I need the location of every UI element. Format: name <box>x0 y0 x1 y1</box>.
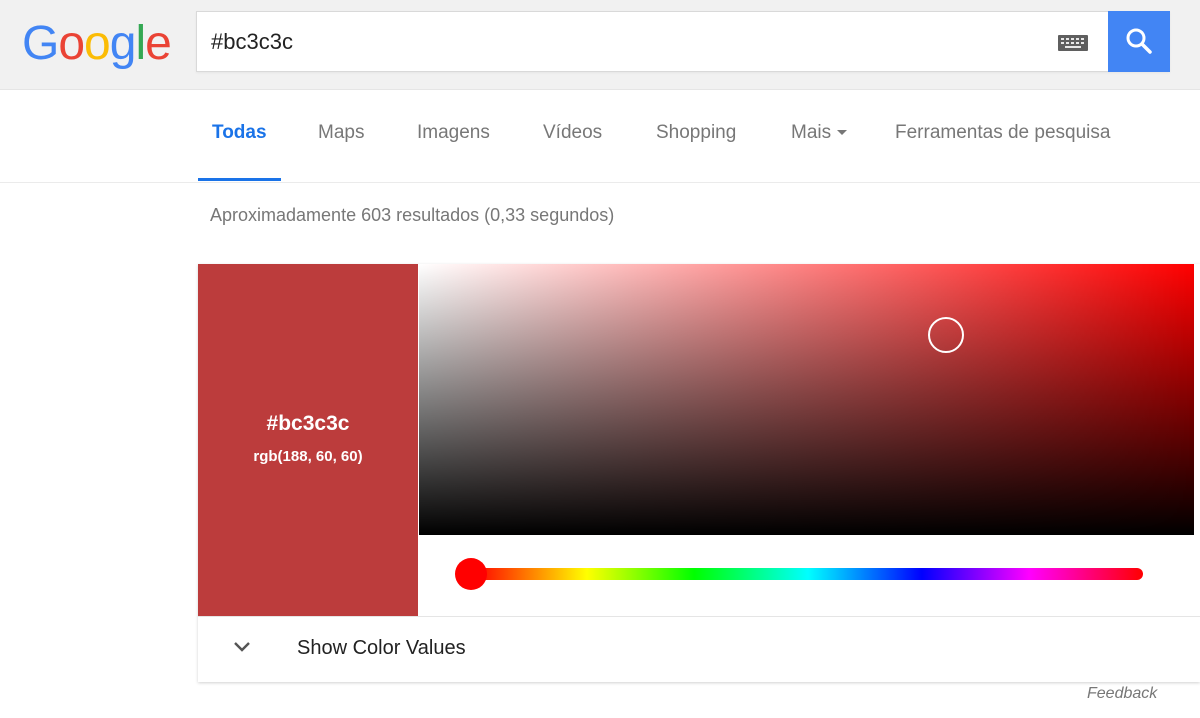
logo-letter-5: l <box>135 17 146 70</box>
search-tabs: Todas Maps Imagens Vídeos Shopping Mais … <box>0 91 1200 183</box>
keyboard-icon[interactable] <box>1057 33 1089 53</box>
show-color-values-toggle[interactable]: Show Color Values <box>198 616 1200 682</box>
swatch-rgb-value: rgb(188, 60, 60) <box>253 448 363 465</box>
tab-todas[interactable]: Todas <box>212 122 267 144</box>
feedback-link[interactable]: Feedback <box>1087 685 1157 703</box>
tab-videos[interactable]: Vídeos <box>543 122 602 144</box>
search-input[interactable] <box>211 26 1031 58</box>
tab-mais[interactable]: Mais <box>791 122 848 144</box>
header: Google <box>0 0 1200 90</box>
tab-mais-label: Mais <box>791 122 832 143</box>
chevron-down-icon <box>234 642 250 652</box>
logo-letter-1: G <box>22 17 59 70</box>
color-picker-card: #bc3c3c rgb(188, 60, 60) Show Color Valu… <box>198 264 1200 682</box>
show-color-values-label: Show Color Values <box>297 637 466 659</box>
hue-slider-track[interactable] <box>473 568 1143 580</box>
swatch-hex-value: #bc3c3c <box>266 412 350 435</box>
search-box <box>196 11 1170 72</box>
logo-letter-3: o <box>84 17 111 70</box>
logo-letter-4: g <box>109 17 137 70</box>
color-swatch: #bc3c3c rgb(188, 60, 60) <box>198 264 418 616</box>
logo-letter-2: o <box>58 17 85 70</box>
logo-letter-6: e <box>145 17 172 70</box>
google-logo[interactable]: Google <box>22 16 172 72</box>
caret-down-icon <box>837 130 848 136</box>
saturation-value-handle[interactable] <box>928 317 964 354</box>
result-stats: Aproximadamente 603 resultados (0,33 seg… <box>210 205 615 225</box>
tab-maps[interactable]: Maps <box>318 122 364 144</box>
tab-ferramentas[interactable]: Ferramentas de pesquisa <box>895 122 1110 144</box>
active-tab-indicator <box>198 178 281 181</box>
saturation-value-picker[interactable] <box>419 264 1194 535</box>
search-icon <box>1126 28 1152 54</box>
search-button[interactable] <box>1108 11 1170 72</box>
tab-imagens[interactable]: Imagens <box>417 122 490 144</box>
tab-shopping[interactable]: Shopping <box>656 122 736 144</box>
hue-slider-handle[interactable] <box>455 558 487 590</box>
